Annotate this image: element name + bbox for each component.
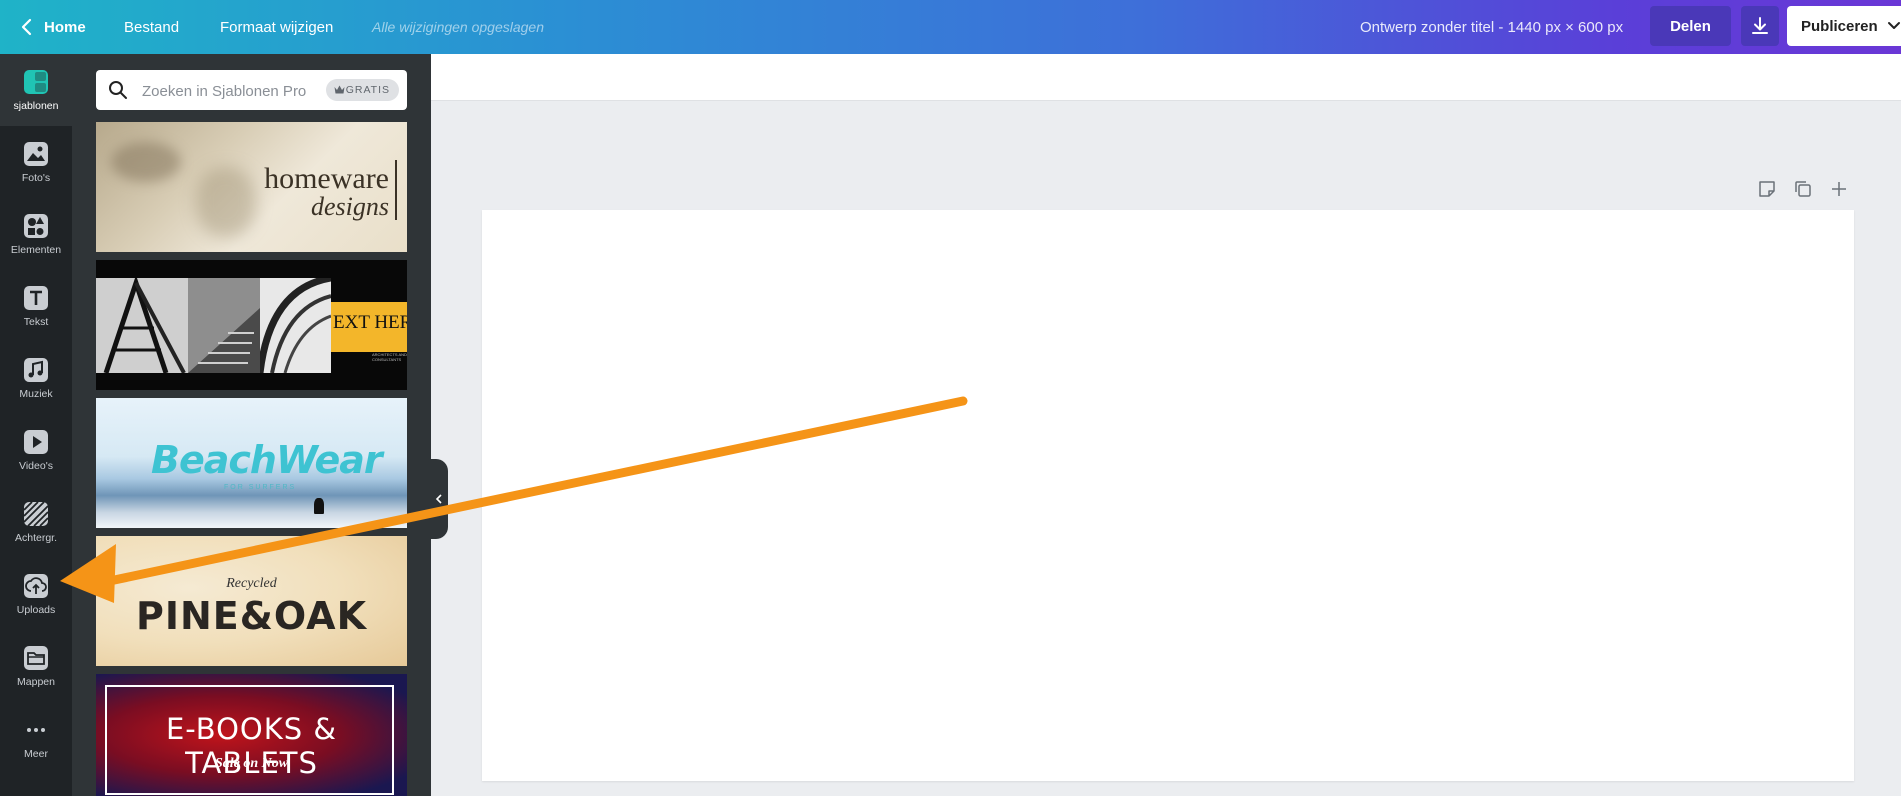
search-icon [109, 81, 127, 99]
shapes-icon [24, 213, 48, 238]
architecture-photo [188, 278, 260, 373]
share-button[interactable]: Delen [1650, 6, 1731, 46]
architecture-photo [96, 278, 188, 373]
rail-label: Uploads [16, 603, 56, 616]
crown-icon [334, 85, 345, 94]
rail-label: Achtergr. [14, 531, 58, 544]
template-subline: FOR SURFERS [224, 484, 297, 491]
duplicate-icon[interactable] [1794, 180, 1812, 198]
template-headline: EXT HER [333, 312, 407, 333]
rail-label: Meer [24, 747, 48, 760]
template-search[interactable]: GRATIS [96, 70, 407, 110]
templates-panel: GRATIS homeware designs EXT HER ARCHIT [72, 54, 431, 796]
rail-label: Foto's [21, 171, 51, 184]
template-subline: designs [311, 192, 389, 221]
music-icon [24, 357, 48, 382]
rail-item-photos[interactable]: Foto's [0, 126, 72, 198]
add-page-icon[interactable] [1830, 180, 1848, 198]
template-subline: Sale on Now [214, 756, 289, 771]
templates-icon [24, 69, 48, 94]
note-icon[interactable] [1758, 180, 1776, 198]
rail-item-elements[interactable]: Elementen [0, 198, 72, 270]
photo-icon [24, 141, 48, 166]
rail-item-folders[interactable]: Mappen [0, 630, 72, 702]
download-icon [1752, 17, 1768, 34]
upload-icon [24, 573, 48, 598]
rail-label: Muziek [19, 387, 53, 400]
chevron-left-icon [435, 494, 442, 504]
template-card-beachwear[interactable]: BeachWear FOR SURFERS [96, 398, 407, 528]
template-card-homeware[interactable]: homeware designs [96, 122, 407, 252]
publish-label: Publiceren [1801, 17, 1878, 35]
rail-item-videos[interactable]: Video's [0, 414, 72, 486]
back-chevron-icon[interactable] [20, 17, 34, 37]
folder-icon [24, 645, 48, 670]
design-canvas[interactable] [482, 210, 1854, 781]
editor-toolbar [431, 54, 1901, 101]
rail-item-music[interactable]: Muziek [0, 342, 72, 414]
background-icon [23, 500, 49, 527]
collapse-panel-handle[interactable] [431, 459, 448, 539]
rail-label: Tekst [23, 315, 49, 328]
rail-label: sjablonen [13, 99, 59, 112]
template-caption: ARCHITECTS AND INTERIOR CONSULTANTS [372, 352, 407, 362]
publish-button[interactable]: Publiceren [1787, 6, 1901, 46]
divider [395, 160, 397, 220]
home-link[interactable]: Home [44, 0, 86, 54]
rail-item-backgrounds[interactable]: Achtergr. [0, 486, 72, 558]
document-title[interactable]: Ontwerp zonder titel - 1440 px × 600 px [1360, 0, 1623, 54]
template-card-architecture[interactable]: EXT HER ARCHITECTS AND INTERIOR CONSULTA… [96, 260, 407, 390]
rail-item-templates[interactable]: sjablonen [0, 54, 72, 126]
side-rail: sjablonen Foto's Elementen Tekst Muziek … [0, 54, 72, 796]
template-subline: Recycled [226, 576, 277, 591]
rail-label: Elementen [10, 243, 62, 256]
video-icon [24, 429, 48, 454]
free-badge: GRATIS [325, 79, 399, 101]
rail-item-text[interactable]: Tekst [0, 270, 72, 342]
free-badge-label: GRATIS [345, 84, 390, 96]
more-icon [27, 727, 45, 732]
chair-shadow [111, 142, 181, 182]
top-bar: Home Bestand Formaat wijzigen Alle wijzi… [0, 0, 1901, 54]
download-button[interactable] [1741, 6, 1779, 46]
resize-menu[interactable]: Formaat wijzigen [220, 0, 333, 54]
chair-shadow [196, 167, 256, 237]
template-card-pine-oak[interactable]: Recycled PINE&OAK [96, 536, 407, 666]
rail-item-uploads[interactable]: Uploads [0, 558, 72, 630]
search-input[interactable] [140, 78, 324, 104]
architecture-photo [260, 278, 331, 373]
rail-label: Mappen [17, 675, 55, 688]
chevron-down-icon[interactable] [1887, 20, 1901, 32]
file-menu[interactable]: Bestand [124, 0, 179, 54]
template-card-ebooks[interactable]: E-BOOKS & TABLETS Sale on Now [96, 674, 407, 796]
template-headline: homeware [264, 162, 389, 195]
template-headline: BeachWear [151, 438, 383, 482]
surfer-figure [314, 498, 324, 514]
template-headline: PINE&OAK [135, 594, 368, 638]
rail-label: Video's [19, 459, 53, 472]
text-icon [24, 285, 48, 310]
save-status: Alle wijzigingen opgeslagen [372, 19, 545, 35]
rail-item-more[interactable]: Meer [0, 702, 72, 774]
